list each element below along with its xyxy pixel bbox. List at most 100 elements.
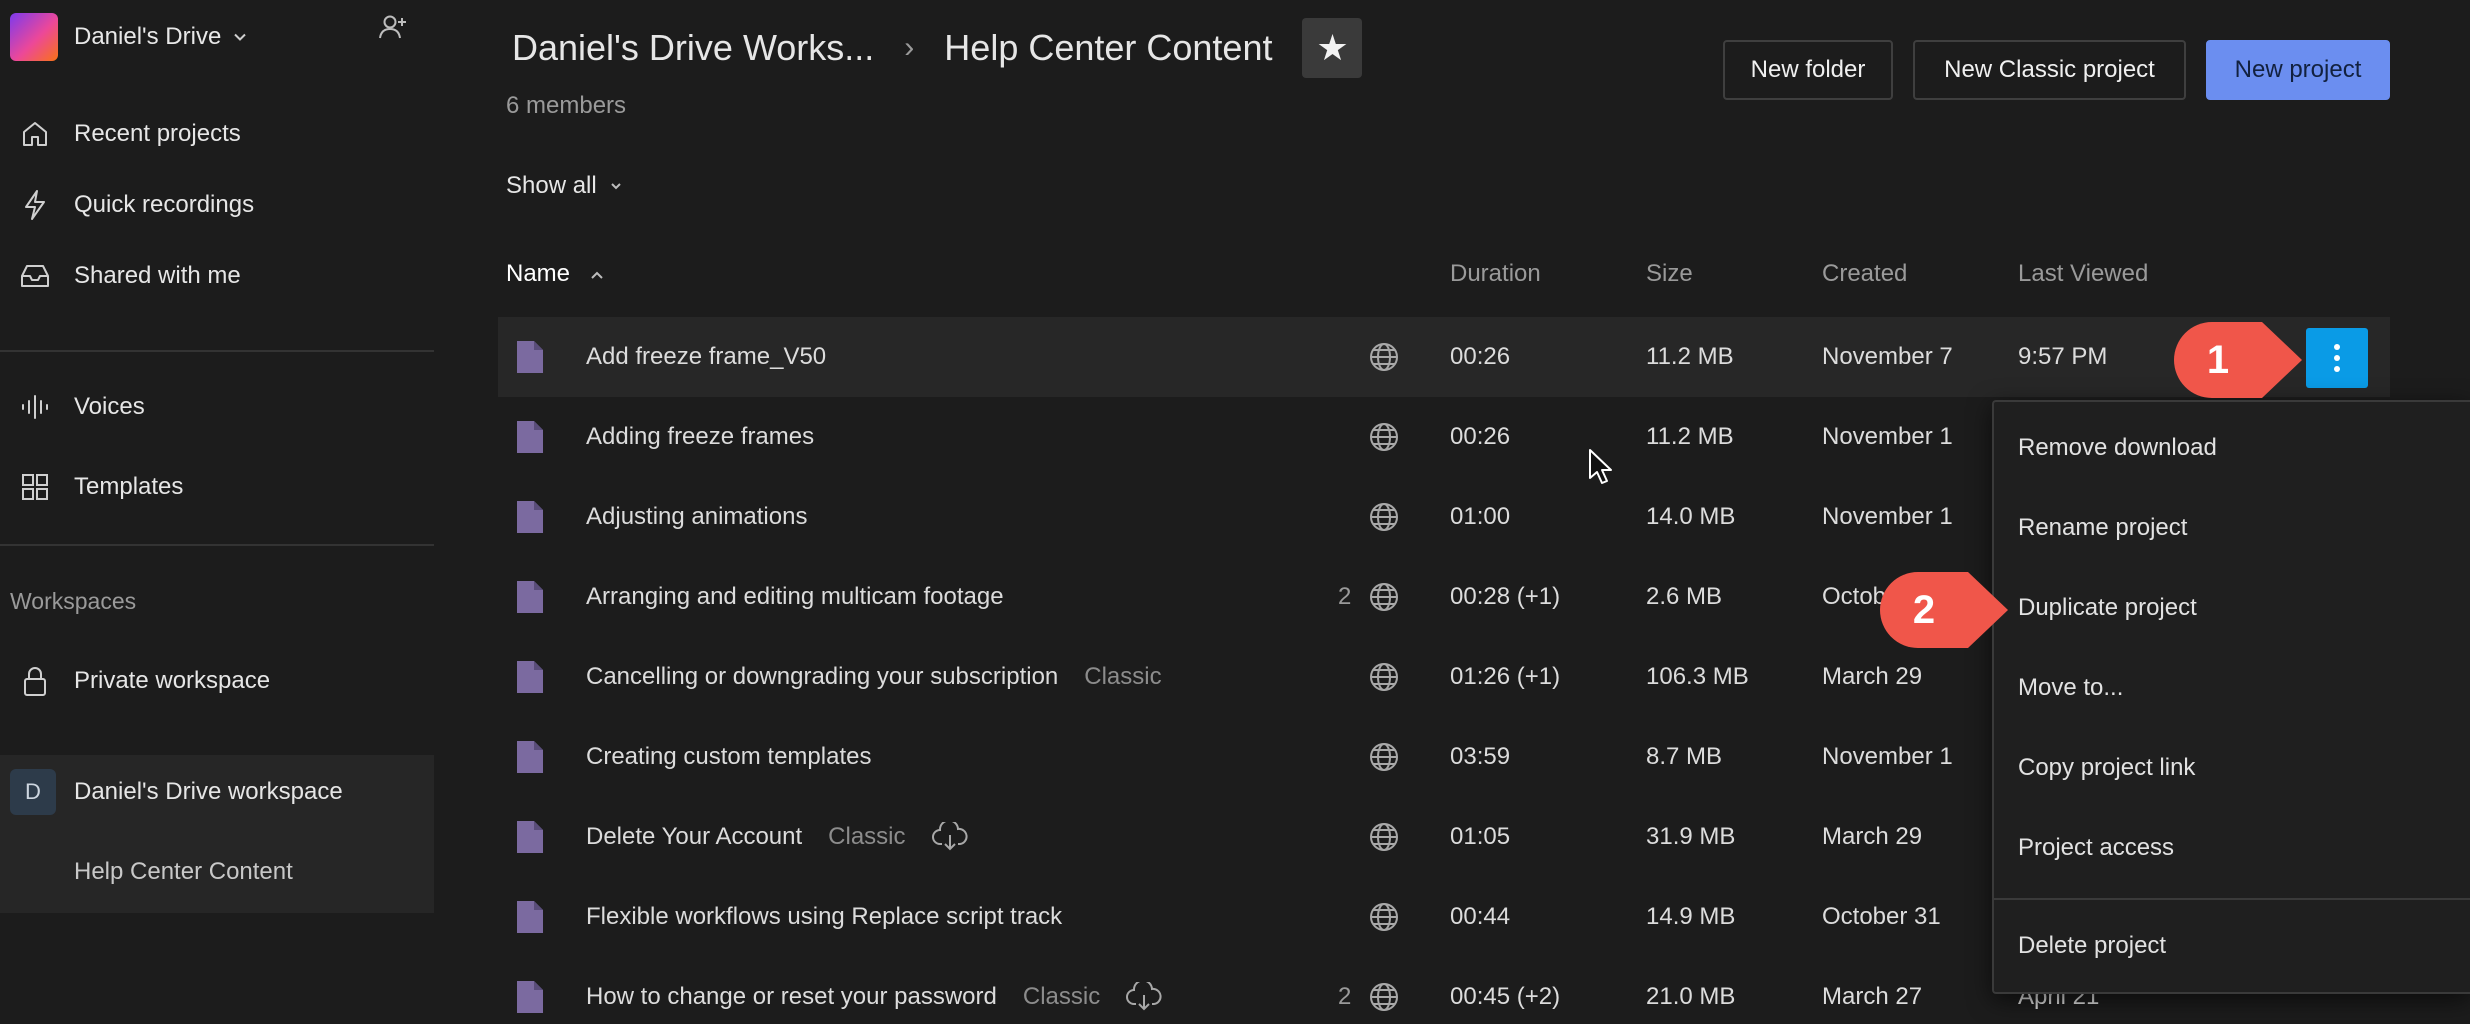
- project-name-cell: Arranging and editing multicam footage: [586, 557, 1004, 637]
- table-row[interactable]: Add freeze frame_V50 00:26 11.2 MB November…: [498, 317, 2390, 397]
- version-count: 2: [1338, 583, 1352, 610]
- new-folder-button[interactable]: New folder: [1723, 40, 1893, 100]
- globe-icon[interactable]: [1368, 821, 1400, 853]
- last-viewed-cell: 9:57 PM: [2018, 343, 2108, 370]
- created-cell: March 27: [1822, 983, 1923, 1010]
- sidebar-item-voices[interactable]: Voices: [0, 372, 434, 442]
- step-callout-2: 2: [1880, 572, 2008, 648]
- sidebar-item-label: Shared with me: [74, 262, 241, 289]
- sidebar-item-private-workspace[interactable]: Private workspace: [0, 646, 434, 716]
- globe-icon[interactable]: [1368, 421, 1400, 453]
- grid-icon: [18, 470, 52, 504]
- add-member-icon[interactable]: [378, 12, 408, 42]
- project-name[interactable]: Delete Your Account: [586, 823, 802, 851]
- globe-icon[interactable]: [1368, 501, 1400, 533]
- duration-cell: 00:26: [1450, 343, 1511, 370]
- menu-item-duplicate-project[interactable]: Duplicate project: [1994, 576, 2470, 640]
- more-options-button[interactable]: [2306, 328, 2368, 388]
- column-header-created[interactable]: Created: [1822, 260, 1907, 288]
- star-icon: ★: [1316, 27, 1349, 68]
- favorite-button[interactable]: ★: [1302, 18, 1363, 78]
- version-count: 2: [1338, 983, 1352, 1010]
- project-name[interactable]: Adjusting animations: [586, 503, 807, 531]
- column-header-duration[interactable]: Duration: [1450, 260, 1541, 288]
- sidebar-item-label: Quick recordings: [74, 191, 255, 218]
- duration-cell: 00:45 (+2): [1450, 983, 1561, 1010]
- project-name[interactable]: Creating custom templates: [586, 743, 871, 771]
- menu-item-rename-project[interactable]: Rename project: [1994, 496, 2470, 560]
- drive-switcher[interactable]: Daniel's Drive: [10, 12, 424, 62]
- new-project-button[interactable]: New project: [2206, 40, 2390, 100]
- workspace-avatar: D: [10, 769, 56, 815]
- sidebar-item-recent-projects[interactable]: Recent projects: [0, 99, 434, 169]
- sidebar-divider: [0, 544, 434, 546]
- project-name-cell: Adding freeze frames: [586, 397, 814, 477]
- callout-number: 1: [2207, 338, 2229, 382]
- lock-icon: [18, 664, 52, 698]
- globe-icon[interactable]: [1368, 901, 1400, 933]
- menu-item-copy-project-link[interactable]: Copy project link: [1994, 736, 2470, 800]
- created-cell: November 1: [1822, 423, 1953, 450]
- show-all-filter[interactable]: Show all: [506, 166, 623, 206]
- project-name[interactable]: Arranging and editing multicam footage: [586, 583, 1004, 611]
- sidebar-item-workspace[interactable]: D Daniel's Drive workspace: [0, 757, 434, 827]
- cloud-download-icon[interactable]: [1126, 982, 1162, 1012]
- chevron-down-icon: [611, 183, 621, 190]
- size-cell: 14.9 MB: [1646, 903, 1736, 930]
- mouse-cursor-icon: [1589, 449, 1612, 484]
- menu-item-move-to[interactable]: Move to...: [1994, 656, 2470, 720]
- column-header-label: Name: [506, 260, 571, 287]
- breadcrumb-parent[interactable]: Daniel's Drive Works...: [512, 27, 874, 69]
- globe-icon[interactable]: [1368, 581, 1400, 613]
- sidebar-item-label: Recent projects: [74, 120, 241, 147]
- project-name[interactable]: How to change or reset your password: [586, 983, 997, 1011]
- globe-icon[interactable]: [1368, 981, 1400, 1013]
- project-name-cell: Delete Your Account Classic: [586, 797, 968, 877]
- members-count[interactable]: 6 members: [506, 92, 626, 120]
- file-icon: [517, 821, 543, 853]
- created-cell: November 1: [1822, 503, 1953, 530]
- project-name[interactable]: Cancelling or downgrading your subscript…: [586, 663, 1058, 691]
- size-cell: 106.3 MB: [1646, 663, 1749, 690]
- column-header-size[interactable]: Size: [1646, 260, 1693, 288]
- project-name[interactable]: Add freeze frame_V50: [586, 343, 826, 371]
- globe-icon[interactable]: [1368, 661, 1400, 693]
- sidebar-item-help-center-content[interactable]: Help Center Content: [0, 837, 434, 907]
- project-name-cell: Add freeze frame_V50: [586, 317, 826, 397]
- project-name[interactable]: Adding freeze frames: [586, 423, 814, 451]
- file-icon: [517, 981, 543, 1013]
- menu-item-delete-project[interactable]: Delete project: [1994, 914, 2470, 978]
- cloud-download-icon[interactable]: [931, 822, 968, 852]
- duration-cell: 01:05: [1450, 823, 1511, 850]
- sidebar-item-quick-recordings[interactable]: Quick recordings: [0, 170, 434, 240]
- column-header-last-viewed[interactable]: Last Viewed: [2018, 260, 2148, 288]
- project-name-cell: Cancelling or downgrading your subscript…: [586, 637, 1162, 717]
- column-header-name[interactable]: Name: [506, 260, 605, 288]
- globe-icon[interactable]: [1368, 341, 1400, 373]
- file-icon: [517, 901, 543, 933]
- home-icon: [18, 117, 52, 151]
- size-cell: 21.0 MB: [1646, 983, 1736, 1010]
- project-context-menu: Remove download Rename project Duplicate…: [1992, 400, 2470, 994]
- project-name[interactable]: Flexible workflows using Replace script …: [586, 903, 1062, 931]
- duration-cell: 01:00: [1450, 503, 1511, 530]
- menu-item-project-access[interactable]: Project access: [1994, 816, 2470, 880]
- new-classic-project-button[interactable]: New Classic project: [1913, 40, 2186, 100]
- drive-logo: [10, 13, 58, 61]
- globe-icon[interactable]: [1368, 741, 1400, 773]
- sidebar-item-label: Help Center Content: [74, 858, 293, 885]
- file-icon: [517, 501, 543, 533]
- sidebar-divider: [0, 350, 434, 352]
- size-cell: 31.9 MB: [1646, 823, 1736, 850]
- created-cell: November 7: [1822, 343, 1953, 370]
- app-window: Daniel's Drive Recent projects Quick rec…: [0, 0, 2470, 1024]
- active-workspace-group: D Daniel's Drive workspace Help Center C…: [0, 755, 434, 913]
- sidebar-item-shared-with-me[interactable]: Shared with me: [0, 241, 434, 311]
- waveform-icon: [18, 390, 52, 424]
- menu-item-remove-download[interactable]: Remove download: [1994, 416, 2470, 480]
- sidebar-item-templates[interactable]: Templates: [0, 452, 434, 522]
- duration-cell: 01:26 (+1): [1450, 663, 1561, 690]
- file-icon: [517, 581, 543, 613]
- sidebar-item-label: Daniel's Drive workspace: [74, 778, 343, 805]
- workspaces-heading: Workspaces: [10, 588, 137, 614]
